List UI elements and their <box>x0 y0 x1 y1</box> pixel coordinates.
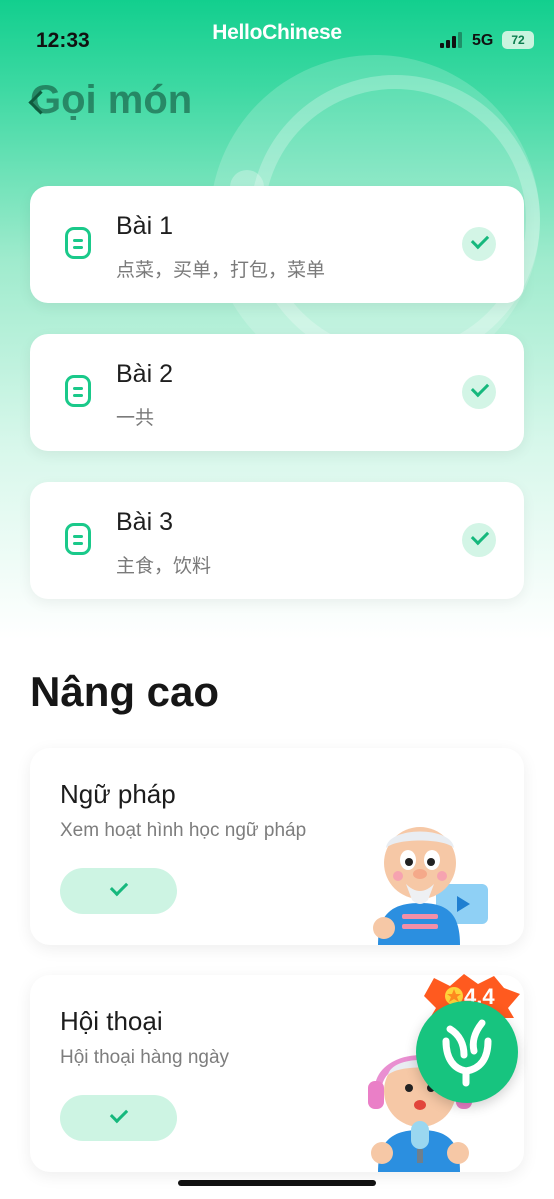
teacher-with-video-icon <box>373 827 488 945</box>
conversation-check-button[interactable] <box>60 1095 177 1141</box>
feature-title: Hội thoại <box>60 1006 163 1036</box>
app-brand: HelloChinese <box>212 21 342 44</box>
home-indicator <box>178 1180 376 1186</box>
feature-title: Ngữ pháp <box>60 779 176 809</box>
page-title: Gọi món <box>30 78 193 122</box>
lesson-card-3[interactable]: Bài 3 主食，饮料 <box>30 482 524 599</box>
lesson-card-1[interactable]: Bài 1 点菜，买单，打包，菜单 <box>30 186 524 303</box>
sprout-icon <box>442 1019 492 1087</box>
lesson-title: Bài 2 <box>116 360 173 388</box>
lesson-doc-icon <box>65 523 91 555</box>
battery-icon: 72 <box>502 31 534 49</box>
lesson-doc-icon <box>65 375 91 407</box>
check-icon <box>462 227 496 261</box>
lesson-card-2[interactable]: Bài 2 一共 <box>30 334 524 451</box>
battery-level: 72 <box>511 33 525 47</box>
feature-subtitle: Hội thoại hàng ngày <box>60 1047 230 1068</box>
signal-icon <box>440 32 464 48</box>
lesson-subtitle: 一共 <box>116 408 155 429</box>
check-icon <box>462 523 496 557</box>
feature-subtitle: Xem hoạt hình học ngữ pháp <box>60 820 307 841</box>
network-label: 5G <box>472 32 494 49</box>
lesson-subtitle: 点菜，买单，打包，菜单 <box>116 260 326 281</box>
section-title-advanced: Nâng cao <box>30 668 220 715</box>
grammar-check-button[interactable] <box>60 868 177 914</box>
lesson-subtitle: 主食，饮料 <box>116 556 212 577</box>
lesson-doc-icon <box>65 227 91 259</box>
check-icon <box>462 375 496 409</box>
status-bar: 12:33 HelloChinese 5G 72 <box>0 0 554 80</box>
lesson-title: Bài 1 <box>116 212 173 240</box>
lesson-title: Bài 3 <box>116 508 173 536</box>
grammar-card[interactable]: Ngữ pháp Xem hoạt hình học ngữ pháp <box>30 748 524 945</box>
app-fab-button[interactable] <box>416 1001 518 1103</box>
